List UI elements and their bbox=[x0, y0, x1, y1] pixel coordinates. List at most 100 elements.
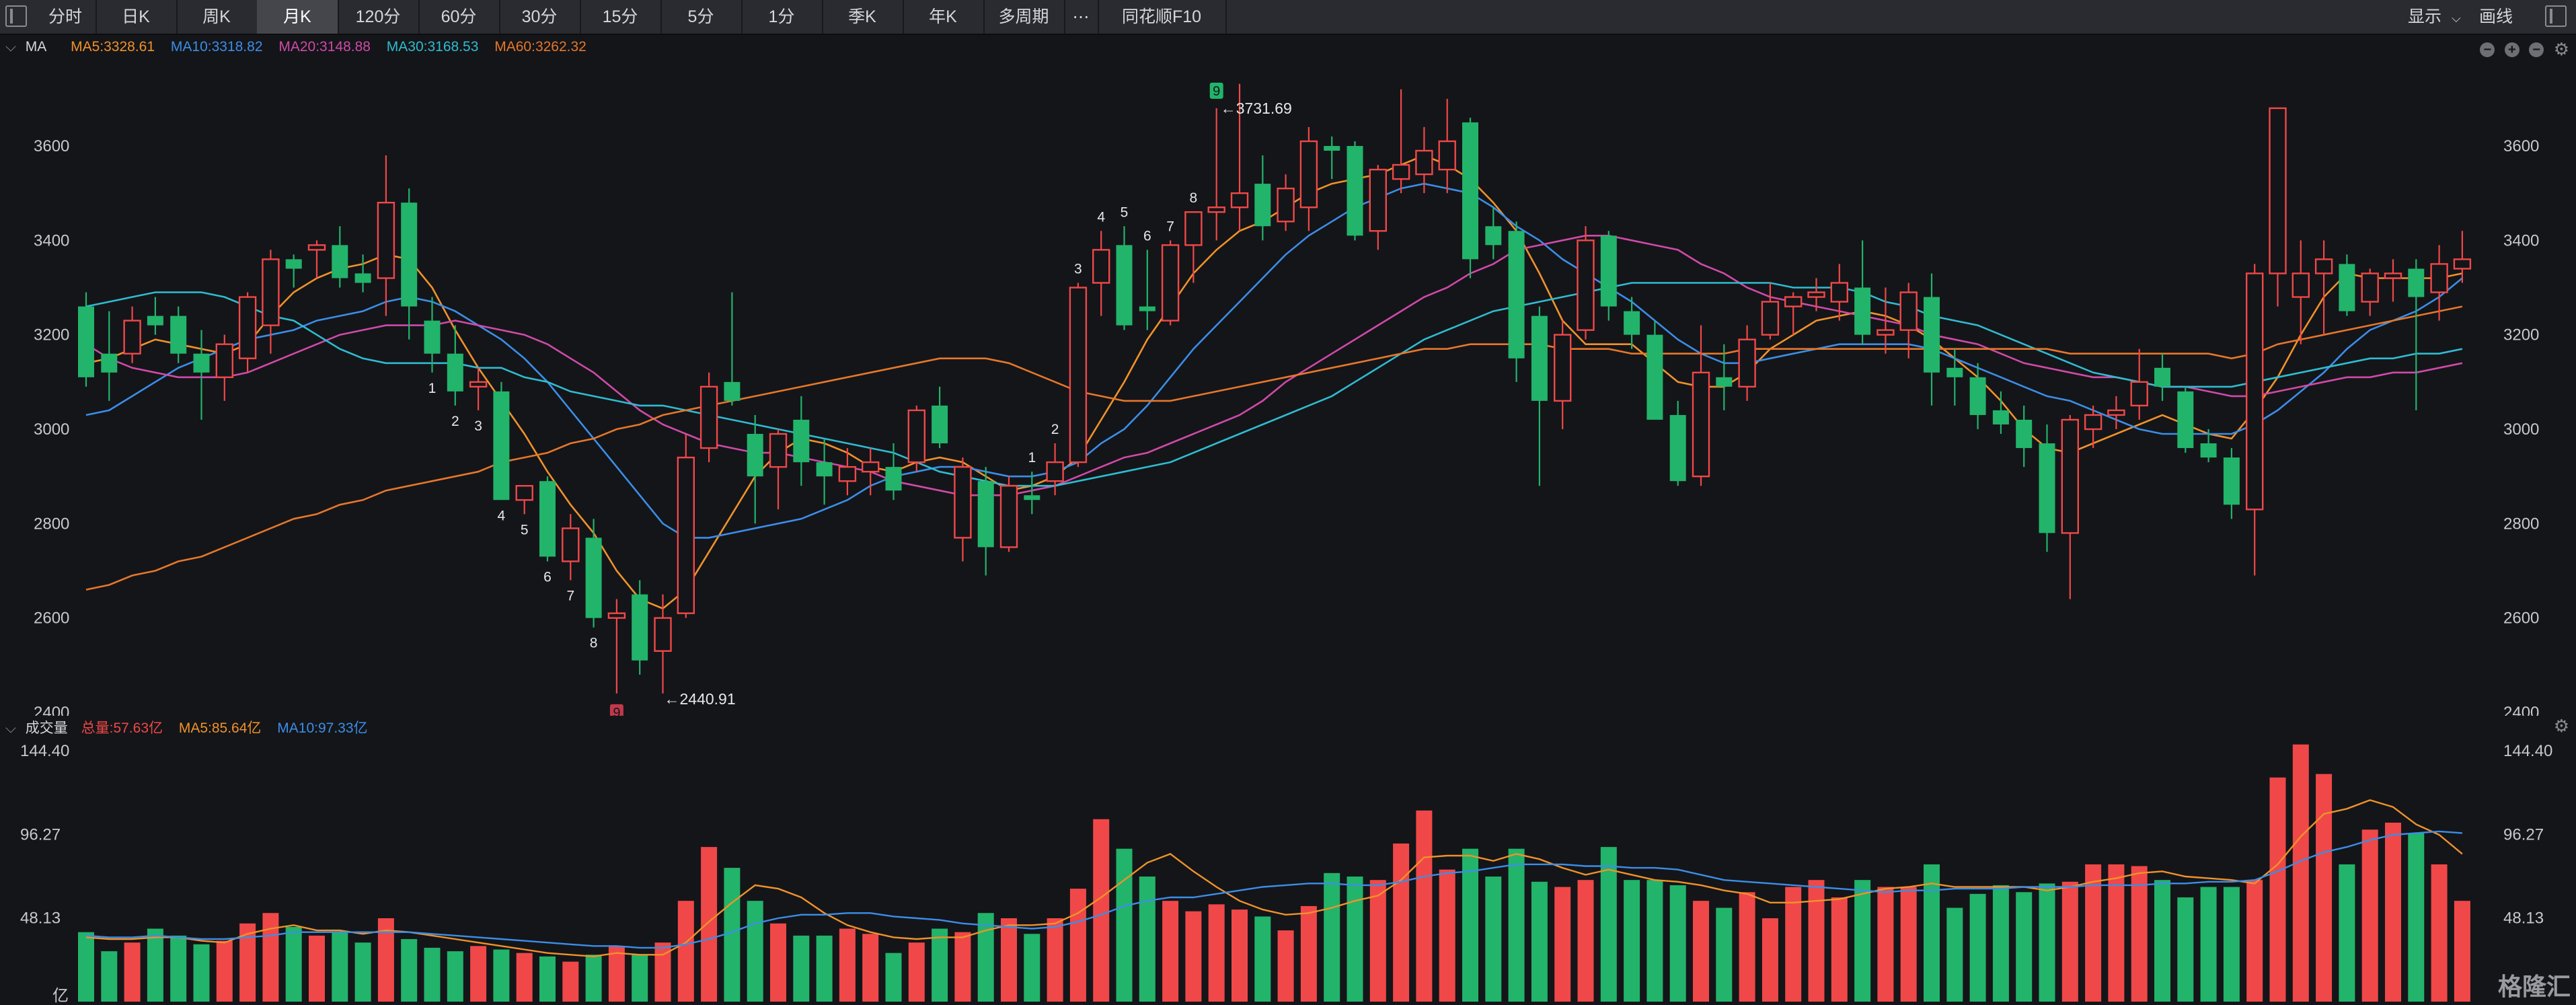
td-count-label: 4 bbox=[1097, 209, 1105, 225]
candle-body bbox=[1438, 140, 1456, 171]
candle-body bbox=[401, 202, 418, 307]
volume-bar bbox=[2385, 822, 2401, 1002]
candle-body bbox=[838, 466, 857, 482]
volume-bar bbox=[932, 928, 948, 1002]
candle-body bbox=[1369, 168, 1388, 232]
volume-chart[interactable]: 48.13 48.13 96.27 96.27 144.40 144.40 亿 bbox=[0, 716, 2576, 1005]
candle-body bbox=[101, 353, 118, 373]
candle-body bbox=[999, 485, 1018, 548]
volume-bar bbox=[332, 932, 348, 1002]
volume-bar bbox=[2177, 897, 2194, 1002]
tab-14[interactable]: 同花顺F10 bbox=[1098, 0, 1227, 34]
volume-bar bbox=[1877, 887, 1894, 1002]
volume-bar bbox=[677, 901, 694, 1002]
volume-bar bbox=[1001, 918, 1017, 1002]
candle-body bbox=[1761, 301, 1780, 336]
tab-10[interactable]: 季K bbox=[822, 0, 904, 34]
volume-bar bbox=[1577, 880, 1594, 1002]
candle-body bbox=[1807, 291, 1825, 298]
candle-body bbox=[2384, 272, 2402, 279]
tab-6[interactable]: 30分 bbox=[499, 0, 581, 34]
candle-body bbox=[585, 537, 602, 618]
volume-bar bbox=[354, 942, 371, 1002]
candle-body bbox=[123, 320, 141, 355]
volume-bar bbox=[493, 949, 510, 1002]
y-tick-right: 2400 bbox=[2503, 704, 2539, 716]
draw-line-button[interactable]: 画线 bbox=[2479, 0, 2513, 34]
volume-bar bbox=[147, 928, 163, 1002]
tab-0[interactable]: 分时 bbox=[35, 0, 97, 34]
tab-13[interactable]: ⋯ bbox=[1064, 0, 1099, 34]
tab-9[interactable]: 1分 bbox=[741, 0, 823, 34]
volume-bar bbox=[1047, 918, 1063, 1002]
candle-body bbox=[1692, 371, 1710, 478]
vol-unit-label: 亿 bbox=[52, 987, 69, 1005]
volume-bar bbox=[1300, 905, 1317, 1002]
volume-bar bbox=[1854, 880, 1871, 1002]
tab-4[interactable]: 120分 bbox=[338, 0, 420, 34]
candle-body bbox=[816, 462, 833, 477]
candle-body bbox=[193, 353, 210, 373]
volume-bar bbox=[908, 942, 925, 1002]
volume-bar bbox=[78, 932, 94, 1002]
volume-bar bbox=[724, 868, 741, 1002]
candle-body bbox=[1924, 297, 1940, 373]
candle-body bbox=[215, 343, 233, 379]
candle-body bbox=[1324, 146, 1340, 151]
candle-body bbox=[2430, 263, 2448, 293]
tab-12[interactable]: 多周期 bbox=[983, 0, 1065, 34]
volume-bar bbox=[1693, 901, 1709, 1002]
ma-line-ma60 bbox=[85, 305, 2463, 591]
volume-bar bbox=[2061, 881, 2078, 1002]
candle-body bbox=[2361, 272, 2379, 303]
candle-body bbox=[1877, 329, 1895, 336]
volume-bar bbox=[2454, 901, 2470, 1002]
right-panel-toggle-icon[interactable] bbox=[2545, 5, 2567, 27]
candle-body bbox=[2269, 107, 2287, 274]
candle-body bbox=[1830, 282, 1849, 303]
candle-body bbox=[1161, 244, 1180, 322]
ma-line-ma10 bbox=[85, 182, 2463, 539]
candle-body bbox=[2339, 264, 2355, 311]
tab-2[interactable]: 周K bbox=[176, 0, 258, 34]
y-tick-right: 2800 bbox=[2503, 515, 2539, 533]
tab-7[interactable]: 15分 bbox=[580, 0, 662, 34]
td-count-label: 5 bbox=[1121, 204, 1129, 220]
volume-bar bbox=[1324, 872, 1340, 1002]
tab-3[interactable]: 月K bbox=[257, 0, 339, 34]
candle-body bbox=[1531, 315, 1548, 401]
kline-chart[interactable]: 2400 2400 2600 2600 2800 2800 3000 3000 3200 3200… bbox=[0, 35, 2576, 716]
volume-bar bbox=[2246, 880, 2263, 1002]
vol-tick-right: 144.40 bbox=[2503, 742, 2552, 760]
candle-body bbox=[1046, 461, 1064, 482]
td-count-label: 3 bbox=[1074, 261, 1082, 276]
volume-bar bbox=[1185, 911, 1202, 1002]
watermark-logo: 格隆汇 bbox=[2497, 973, 2571, 1000]
volume-bar bbox=[101, 951, 118, 1002]
volume-bar bbox=[2361, 829, 2378, 1002]
candle-body bbox=[677, 456, 695, 614]
tab-8[interactable]: 5分 bbox=[660, 0, 743, 34]
tab-11[interactable]: 年K bbox=[903, 0, 985, 34]
volume-bar bbox=[309, 935, 325, 1002]
td-count-label: 2 bbox=[1051, 422, 1059, 437]
tab-1[interactable]: 日K bbox=[96, 0, 178, 34]
display-label: 显示 bbox=[2408, 7, 2442, 26]
sidebar-toggle-icon[interactable] bbox=[5, 5, 27, 27]
candle-body bbox=[1854, 287, 1871, 335]
volume-bar bbox=[1785, 887, 1802, 1002]
candle-body bbox=[2245, 272, 2264, 511]
candle-body bbox=[1207, 207, 1225, 213]
volume-bar bbox=[1093, 819, 1110, 1002]
candle-body bbox=[1646, 334, 1663, 420]
candle-body bbox=[1716, 377, 1733, 387]
display-menu[interactable]: 显示 ⌵ bbox=[2408, 0, 2461, 34]
volume-bar bbox=[216, 940, 233, 1002]
volume-bar bbox=[562, 961, 579, 1002]
candle-body bbox=[147, 315, 163, 326]
y-tick-left: 2800 bbox=[34, 515, 69, 533]
candle-body bbox=[262, 258, 280, 326]
tab-5[interactable]: 60分 bbox=[418, 0, 500, 34]
y-tick-right: 3600 bbox=[2503, 137, 2539, 155]
volume-bar bbox=[1416, 810, 1433, 1002]
